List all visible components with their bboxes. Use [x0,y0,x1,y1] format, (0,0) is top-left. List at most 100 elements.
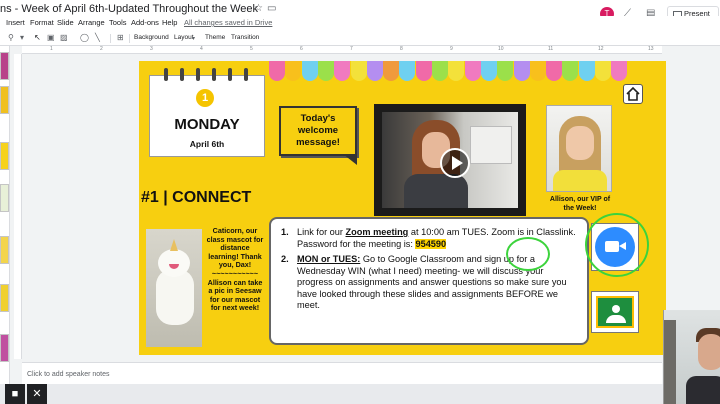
document-title[interactable]: ns - Week of April 6th-Updated Throughou… [0,3,258,15]
webcam-window [664,320,676,404]
mascot-text: Caticorn, our class mascot for distance … [206,226,264,313]
save-status[interactable]: All changes saved in Drive [184,18,272,27]
webcam-face [698,334,720,370]
item-heading: MON or TUES: [297,254,361,264]
home-button[interactable] [623,84,643,104]
bunting-flag [285,61,302,81]
slide-thumbnail[interactable] [0,142,9,170]
bunting-flag [301,61,318,81]
speaker-notes[interactable]: Click to add speaker notes [22,362,662,384]
comment-icon[interactable]: ⊞ [117,33,124,42]
ruler-label: 9 [450,46,453,52]
bunting-flag [399,61,416,81]
instructions-card: 1. Link for our Zoom meeting at 10:00 am… [269,217,589,345]
slide-thumbnail[interactable] [0,86,9,114]
bunting-flag [432,61,448,81]
toolbar: ⚲ ▾ ↖ ▣ ▨ ◯ ╲ ⊞ Background Layout ▾ Them… [0,30,720,46]
menu-help[interactable]: Help [162,18,177,27]
calendar-ring [212,68,216,81]
calendar-ring [164,68,168,81]
calendar-day: MONDAY [174,116,240,133]
menu-format[interactable]: Format [30,18,54,27]
ruler-label: 4 [200,46,203,52]
welcome-video[interactable] [374,104,526,216]
vip-face [566,126,594,160]
annotation-circle [585,213,649,277]
menu-tools[interactable]: Tools [109,18,127,27]
classroom-desk [606,315,626,323]
bunting-flag [513,61,530,81]
video-camera-icon[interactable]: ■ [5,384,25,404]
mascot-horn [170,239,178,251]
bunting-flag [366,61,383,81]
annotation-circle [506,237,550,271]
item-number: 1. [281,227,289,237]
slide-thumbnail[interactable] [0,236,9,264]
menu-addons[interactable]: Add-ons [131,18,159,27]
background-button[interactable]: Background [134,34,169,41]
vip-photo [546,105,612,192]
menu-slide[interactable]: Slide [57,18,74,27]
slide-thumbnail[interactable] [0,284,9,312]
menu-insert[interactable]: Insert [6,18,25,27]
layout-button[interactable]: Layout [174,34,194,41]
ruler-label: 2 [100,46,103,52]
calendar-card: 1 MONDAY April 6th [149,68,265,157]
bottom-bar: ■ ✕ [0,384,720,404]
bunting-flag [480,61,497,81]
bunting-flag [350,61,367,81]
bunting-flag [529,61,546,81]
google-classroom-button[interactable] [591,291,639,333]
bunting-flag [448,61,465,81]
cursor-icon[interactable]: ↖ [34,33,41,42]
slide-thumbnail[interactable] [0,334,9,362]
bunting-flag [415,61,432,81]
chevron-down-icon[interactable]: ▾ [192,35,195,42]
image-icon[interactable]: ▨ [60,33,68,42]
star-icon[interactable]: ☆ [254,3,263,14]
calendar-number: 1 [196,89,214,107]
bunting-flag [317,61,334,81]
zoom-icon[interactable]: ⚲ [8,33,14,42]
section-title: #1 | CONNECT [141,189,252,206]
classroom-person [612,305,620,313]
shape-icon[interactable]: ◯ [80,33,89,42]
teacher-shirt [404,174,468,208]
video-frame [382,112,518,208]
bunting-flag [464,61,481,81]
folder-icon[interactable]: ▭ [267,3,276,14]
slide-filmstrip[interactable] [0,46,10,384]
theme-button[interactable]: Theme [205,34,225,41]
calendar-ring [244,68,248,81]
calendar-ring [228,68,232,81]
transition-button[interactable]: Transition [231,34,259,41]
ruler-label: 13 [648,46,654,52]
close-icon[interactable]: ✕ [27,384,47,404]
slide-thumbnail[interactable] [0,184,9,212]
bunting-flag [562,61,579,81]
vertical-ruler [14,54,22,359]
meeting-password: 954590 [415,238,447,249]
text-box-icon[interactable]: ▣ [47,33,55,42]
slide-thumbnail[interactable] [0,52,9,80]
speaker-notes-placeholder: Click to add speaker notes [27,371,110,378]
bunting-flag [334,61,351,81]
bunting-flag [497,61,514,81]
google-classroom-icon [596,296,634,328]
whiteboard [470,126,512,164]
bunting-flag [383,61,400,81]
zoom-dropdown-icon[interactable]: ▾ [20,33,24,42]
webcam-overlay [663,310,720,404]
calendar-ring [196,68,200,81]
line-icon[interactable]: ╲ [95,33,100,42]
zoom-meeting-link[interactable]: Zoom meeting [346,227,409,237]
play-icon[interactable] [440,148,470,178]
calendar-ring [180,68,184,81]
mascot-body [156,269,194,325]
bunting-flag [611,61,628,81]
slide-canvas[interactable]: 1 MONDAY April 6th #1 | CONNECT Today's … [139,61,666,355]
ruler-label: 6 [300,46,303,52]
ruler-label: 5 [250,46,253,52]
ruler-label: 12 [598,46,604,52]
menu-arrange[interactable]: Arrange [78,18,105,27]
